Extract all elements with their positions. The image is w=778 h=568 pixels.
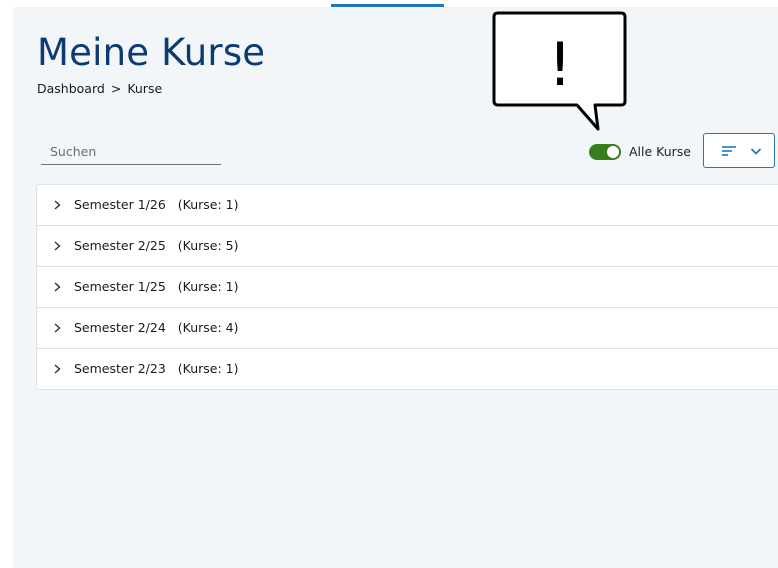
- semester-label: Semester 1/25: [74, 279, 166, 294]
- semester-row[interactable]: Semester 1/26 (Kurse: 1): [37, 185, 778, 226]
- exclamation-mark: !: [548, 30, 572, 100]
- semester-row[interactable]: Semester 2/25 (Kurse: 5): [37, 226, 778, 267]
- course-count: (Kurse: 1): [177, 361, 239, 376]
- chevron-right-icon: [54, 241, 61, 251]
- page-title: Meine Kurse: [37, 31, 266, 74]
- semester-row[interactable]: Semester 2/24 (Kurse: 4): [37, 308, 778, 349]
- course-count: (Kurse: 4): [177, 320, 239, 335]
- semester-row[interactable]: Semester 2/23 (Kurse: 1): [37, 349, 778, 389]
- breadcrumb-item-dashboard[interactable]: Dashboard: [37, 81, 105, 96]
- search-field: [41, 140, 221, 165]
- all-courses-toggle-label[interactable]: Alle Kurse: [629, 144, 691, 159]
- toggle-knob: [607, 146, 619, 158]
- chevron-right-icon: [54, 364, 61, 374]
- all-courses-toggle[interactable]: [589, 144, 621, 160]
- breadcrumb-item-kurse: Kurse: [127, 81, 163, 96]
- search-input[interactable]: [41, 140, 221, 162]
- semester-row[interactable]: Semester 1/25 (Kurse: 1): [37, 267, 778, 308]
- breadcrumb-separator: >: [110, 81, 122, 96]
- chevron-right-icon: [54, 200, 61, 210]
- breadcrumb: Dashboard > Kurse: [37, 81, 162, 96]
- semester-label: Semester 2/24: [74, 320, 166, 335]
- active-tab-indicator: [331, 4, 444, 7]
- sort-button[interactable]: [703, 133, 775, 168]
- semester-list: Semester 1/26 (Kurse: 1) Semester 2/25 (Ku…: [36, 184, 778, 390]
- semester-label: Semester 2/23: [74, 361, 166, 376]
- course-count: (Kurse: 1): [177, 279, 239, 294]
- chevron-right-icon: [54, 323, 61, 333]
- course-count: (Kurse: 5): [177, 238, 239, 253]
- semester-label: Semester 2/25: [74, 238, 166, 253]
- sort-icon: [722, 146, 736, 156]
- semester-label: Semester 1/26: [74, 197, 166, 212]
- chevron-down-icon: [750, 148, 762, 155]
- speech-bubble-callout: !: [492, 11, 627, 131]
- course-count: (Kurse: 1): [177, 197, 239, 212]
- chevron-right-icon: [54, 282, 61, 292]
